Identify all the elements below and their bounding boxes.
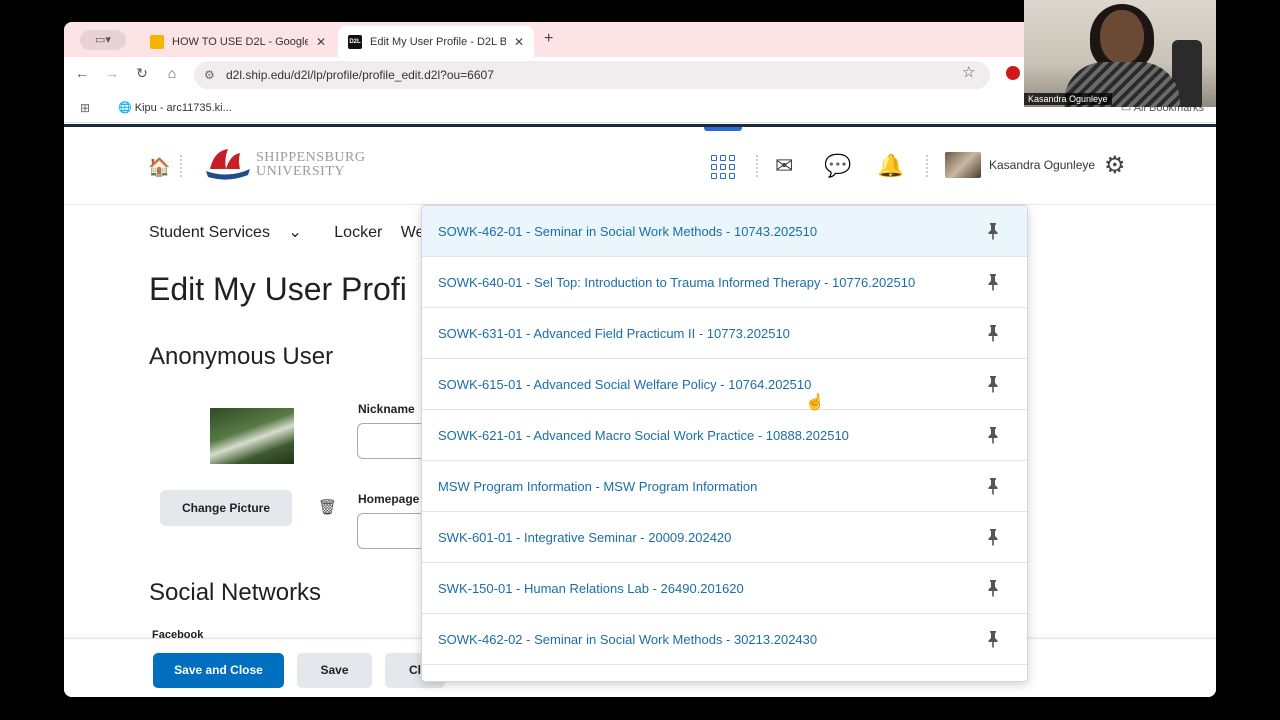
- tab-close-icon[interactable]: ✕: [316, 35, 326, 49]
- separator: [756, 155, 758, 177]
- course-link[interactable]: SWK-150-01 - Human Relations Lab - 26490…: [438, 563, 744, 614]
- profile-picture: [210, 408, 294, 464]
- extension-icon[interactable]: [1006, 66, 1020, 80]
- change-picture-button[interactable]: Change Picture: [160, 490, 292, 526]
- separator: [180, 155, 182, 177]
- google-slides-favicon-icon: [150, 34, 164, 49]
- course-item[interactable]: SOWK-621-01 - Advanced Macro Social Work…: [422, 410, 1027, 461]
- presenter-face: [1100, 10, 1144, 64]
- pin-icon[interactable]: [987, 375, 999, 393]
- forward-icon[interactable]: →: [102, 65, 122, 81]
- course-item[interactable]: SOWK-462-01 - Seminar in Social Work Met…: [422, 206, 1027, 257]
- bookmark-kipu[interactable]: 🌐 Kipu - arc11735.ki...: [118, 101, 232, 114]
- course-selector-grid-icon[interactable]: [711, 155, 735, 179]
- site-settings-icon[interactable]: ⚙: [204, 61, 215, 89]
- settings-gear-icon[interactable]: ⚙: [1104, 151, 1126, 180]
- course-item[interactable]: SOWK-640-01 - Sel Top: Introduction to T…: [422, 257, 1027, 308]
- pin-icon[interactable]: [987, 579, 999, 597]
- pin-icon[interactable]: [987, 324, 999, 342]
- pin-icon[interactable]: [987, 630, 999, 648]
- d2l-favicon-icon: D2L: [348, 34, 362, 49]
- apps-grid-icon[interactable]: ⊞: [80, 101, 90, 115]
- pin-icon[interactable]: [987, 477, 999, 495]
- chevron-down-icon: ⌄: [288, 224, 302, 241]
- home-icon[interactable]: 🏠: [148, 157, 170, 178]
- course-link[interactable]: SOWK-615-01 - Advanced Social Welfare Po…: [438, 359, 811, 410]
- course-link[interactable]: SOWK-462-01 - Seminar in Social Work Met…: [438, 206, 817, 257]
- tab-title: HOW TO USE D2L - Google S: [172, 35, 308, 48]
- logo-ship-icon: [206, 149, 250, 180]
- active-indicator: [704, 127, 742, 131]
- reload-icon[interactable]: ↻: [132, 65, 152, 82]
- address-bar[interactable]: ⚙ d2l.ship.edu/d2l/lp/profile/profile_ed…: [194, 61, 990, 89]
- browser-window: ▭▾ HOW TO USE D2L - Google S ✕ D2L Edit …: [64, 22, 1216, 697]
- home-icon[interactable]: ⌂: [162, 65, 182, 81]
- message-envelope-icon[interactable]: ✉: [775, 153, 793, 179]
- new-tab-icon[interactable]: +: [544, 30, 553, 48]
- back-icon[interactable]: ←: [72, 65, 92, 81]
- course-selector-dropdown: SOWK-462-01 - Seminar in Social Work Met…: [421, 205, 1028, 682]
- pin-icon[interactable]: [987, 528, 999, 546]
- course-item[interactable]: SWK-150-01 - Human Relations Lab - 26490…: [422, 563, 1027, 614]
- page-title: Edit My User Profi: [149, 271, 407, 307]
- user-avatar[interactable]: [945, 152, 981, 178]
- tab-close-icon[interactable]: ✕: [514, 35, 524, 49]
- course-link[interactable]: MSW Program Information - MSW Program In…: [438, 461, 757, 512]
- tab-title: Edit My User Profile - D2L Bri: [370, 35, 506, 48]
- pin-icon[interactable]: [987, 273, 999, 291]
- delete-trash-icon[interactable]: 🗑: [318, 498, 337, 516]
- bookmark-star-icon[interactable]: ☆: [962, 63, 975, 81]
- webcam-overlay: Kasandra Ogunleye: [1024, 0, 1216, 107]
- course-link[interactable]: SOWK-621-01 - Advanced Macro Social Work…: [438, 410, 849, 461]
- save-button[interactable]: Save: [297, 653, 372, 688]
- notification-bell-icon[interactable]: 🔔: [877, 153, 904, 179]
- course-item[interactable]: MSW Program Information - MSW Program In…: [422, 461, 1027, 512]
- university-logo[interactable]: SHIPPENSBURG UNIVERSITY: [206, 145, 372, 185]
- nickname-label: Nickname: [358, 402, 415, 416]
- tab-how-to-use-d2l[interactable]: HOW TO USE D2L - Google S ✕: [140, 26, 336, 57]
- course-link[interactable]: SOWK-462-02 - Seminar in Social Work Met…: [438, 614, 817, 665]
- social-networks-heading: Social Networks: [149, 579, 322, 606]
- nav-student-services[interactable]: Student Services ⌄: [149, 224, 316, 241]
- separator: [926, 155, 928, 177]
- logo-wordmark: SHIPPENSBURG UNIVERSITY: [256, 150, 366, 179]
- course-link[interactable]: SOWK-640-01 - Sel Top: Introduction to T…: [438, 257, 915, 308]
- tab-edit-profile[interactable]: D2L Edit My User Profile - D2L Bri ✕: [338, 26, 534, 57]
- save-and-close-button[interactable]: Save and Close: [153, 653, 284, 688]
- course-link[interactable]: SWK-601-01 - Integrative Seminar - 20009…: [438, 512, 731, 563]
- chat-bubbles-icon[interactable]: 💬: [824, 153, 851, 179]
- course-item[interactable]: SOWK-462-02 - Seminar in Social Work Met…: [422, 614, 1027, 665]
- hand-cursor-icon: ☝: [805, 394, 825, 411]
- course-item[interactable]: SOWK-631-01 - Advanced Field Practicum I…: [422, 308, 1027, 359]
- d2l-page: 🏠 SHIPPENSBURG UNIVERSITY ✉ 💬 🔔 Kasandra…: [64, 124, 1216, 697]
- bookmark-label: Kipu - arc11735.ki...: [134, 102, 232, 114]
- course-item[interactable]: SWK-601-01 - Integrative Seminar - 20009…: [422, 512, 1027, 563]
- nav-locker[interactable]: Locker: [334, 224, 382, 241]
- pin-icon[interactable]: [987, 426, 999, 444]
- tab-search-icon[interactable]: ▭▾: [80, 30, 126, 50]
- homepage-label: Homepage: [358, 492, 420, 506]
- course-link[interactable]: SOWK-631-01 - Advanced Field Practicum I…: [438, 308, 790, 359]
- user-name[interactable]: Kasandra Ogunleye: [989, 158, 1095, 172]
- anonymous-user-heading: Anonymous User: [149, 343, 334, 370]
- pin-icon[interactable]: [987, 222, 999, 240]
- d2l-header: 🏠 SHIPPENSBURG UNIVERSITY ✉ 💬 🔔 Kasandra…: [64, 127, 1216, 205]
- course-item[interactable]: SOWK-615-01 - Advanced Social Welfare Po…: [422, 359, 1027, 410]
- url-text: d2l.ship.edu/d2l/lp/profile/profile_edit…: [226, 68, 494, 82]
- nav-label: Student Services: [149, 224, 270, 241]
- webcam-caption: Kasandra Ogunleye: [1024, 93, 1112, 105]
